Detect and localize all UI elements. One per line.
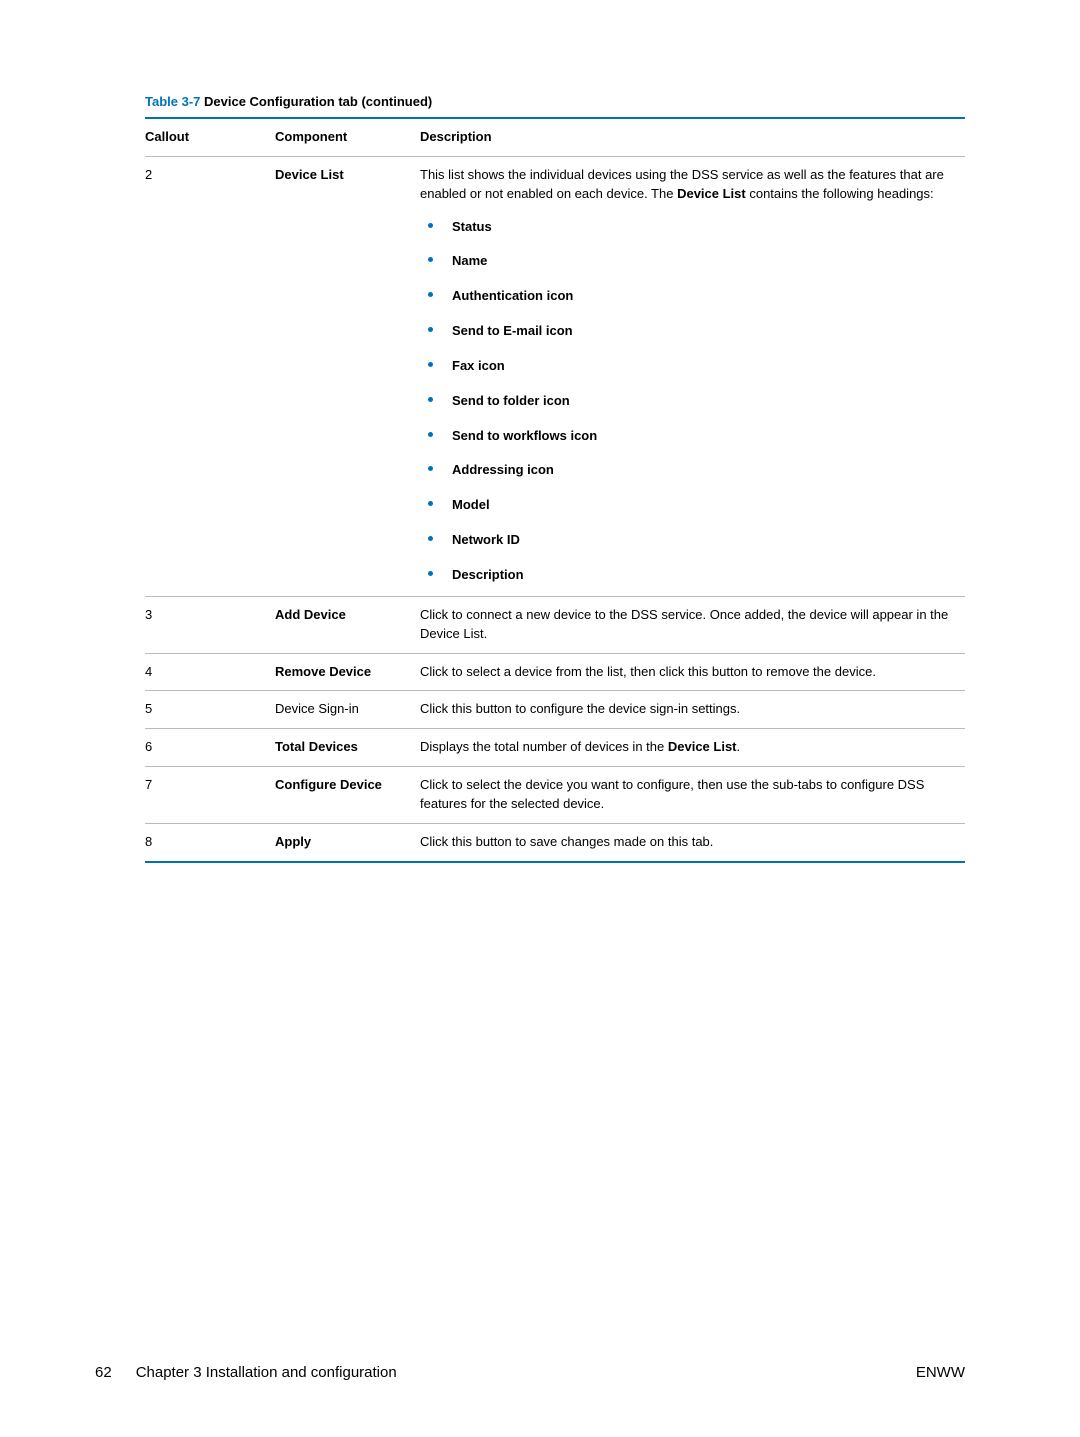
header-callout: Callout [145, 118, 275, 156]
cell-component: Add Device [275, 596, 420, 653]
table-row: 4 Remove Device Click to select a device… [145, 653, 965, 691]
cell-description: Click this button to configure the devic… [420, 691, 965, 729]
cell-callout: 2 [145, 156, 275, 596]
cell-callout: 4 [145, 653, 275, 691]
list-item: Send to folder icon [420, 392, 957, 411]
table-caption: Table 3-7 Device Configuration tab (cont… [145, 94, 965, 109]
list-item: Description [420, 566, 957, 585]
cell-component: Configure Device [275, 767, 420, 824]
table-label: Table 3-7 [145, 94, 200, 109]
cell-description: Click this button to save changes made o… [420, 823, 965, 861]
cell-callout: 6 [145, 729, 275, 767]
list-item: Addressing icon [420, 461, 957, 480]
table-row: 2 Device List This list shows the indivi… [145, 156, 965, 596]
page-number: 62 [95, 1364, 112, 1381]
list-item: Status [420, 218, 957, 237]
table-title: Device Configuration tab (continued) [200, 94, 432, 109]
header-description: Description [420, 118, 965, 156]
list-item: Authentication icon [420, 287, 957, 306]
list-item: Fax icon [420, 357, 957, 376]
chapter-title: Chapter 3 Installation and configuration [136, 1364, 397, 1381]
cell-description: Click to select a device from the list, … [420, 653, 965, 691]
table-header-row: Callout Component Description [145, 118, 965, 156]
cell-component: Device List [275, 156, 420, 596]
device-config-table: Callout Component Description 2 Device L… [145, 117, 965, 863]
table-row: 7 Configure Device Click to select the d… [145, 767, 965, 824]
cell-callout: 5 [145, 691, 275, 729]
table-row: 3 Add Device Click to connect a new devi… [145, 596, 965, 653]
table-row: 5 Device Sign-in Click this button to co… [145, 691, 965, 729]
footer-right: ENWW [916, 1364, 965, 1381]
list-item: Send to workflows icon [420, 427, 957, 446]
cell-description: Click to select the device you want to c… [420, 767, 965, 824]
device-list-bullets: Status Name Authentication icon Send to … [420, 218, 957, 585]
header-component: Component [275, 118, 420, 156]
cell-description: Displays the total number of devices in … [420, 729, 965, 767]
cell-description: This list shows the individual devices u… [420, 156, 965, 596]
cell-component: Device Sign-in [275, 691, 420, 729]
list-item: Name [420, 252, 957, 271]
cell-component: Apply [275, 823, 420, 861]
cell-component: Total Devices [275, 729, 420, 767]
cell-callout: 8 [145, 823, 275, 861]
table-row: 6 Total Devices Displays the total numbe… [145, 729, 965, 767]
page-footer: 62 Chapter 3 Installation and configurat… [95, 1364, 965, 1381]
list-item: Model [420, 496, 957, 515]
list-item: Send to E-mail icon [420, 322, 957, 341]
cell-callout: 7 [145, 767, 275, 824]
cell-component: Remove Device [275, 653, 420, 691]
table-row: 8 Apply Click this button to save change… [145, 823, 965, 861]
list-item: Network ID [420, 531, 957, 550]
cell-description: Click to connect a new device to the DSS… [420, 596, 965, 653]
cell-callout: 3 [145, 596, 275, 653]
